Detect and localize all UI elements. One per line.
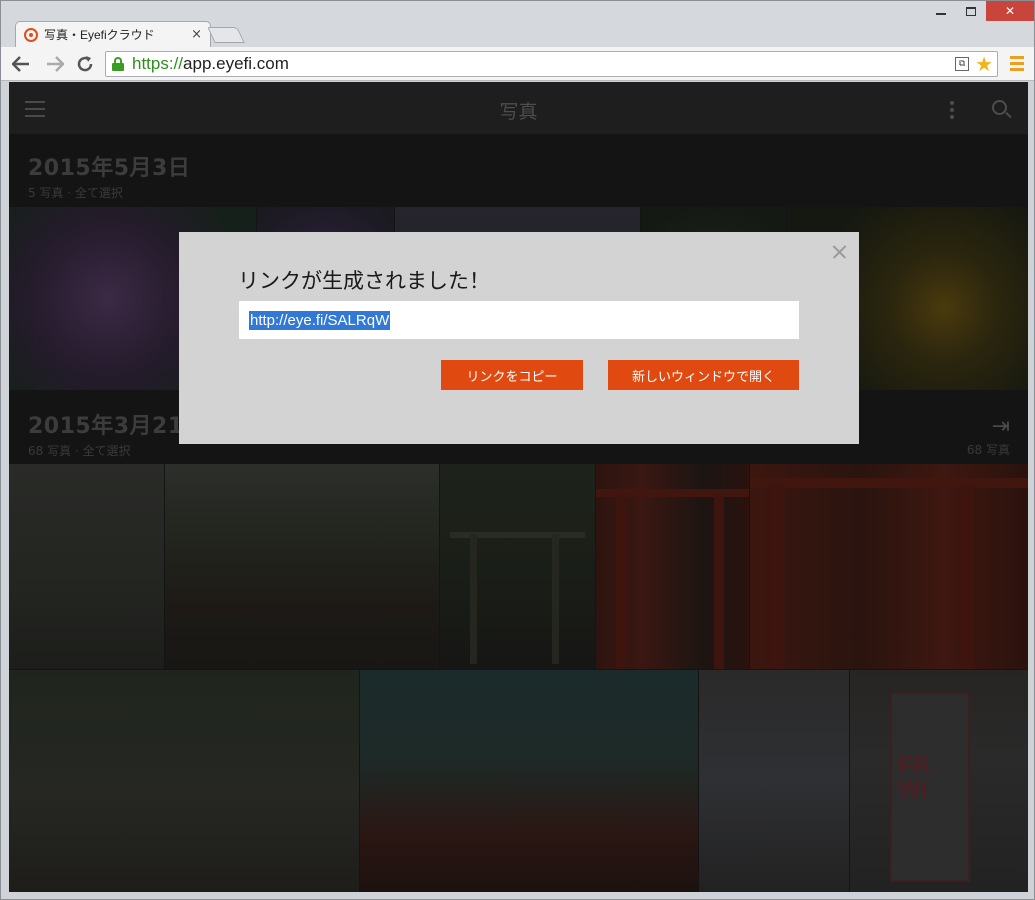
back-button[interactable] [9,52,33,76]
photo-thumbnail[interactable]: FR Wi [850,670,1028,892]
section-date: 2015年5月3日 [28,156,191,181]
photo-thumbnail[interactable] [360,670,698,892]
section-subtitle[interactable]: 5 写真 · 全て選択 [28,184,190,201]
maximize-icon [966,6,976,16]
url-host: app.eyefi.com [183,54,289,73]
section-photo-count: 68 写真 [966,443,1010,457]
browser-tab[interactable]: 写真・Eyefiクラウド × [15,21,211,47]
url-scheme: https:// [132,54,184,73]
address-bar[interactable]: https://app.eyefi.com ⧉ ★ [105,51,998,77]
wifi-sign-graphic: FR Wi [890,692,970,882]
tab-title: 写真・Eyefiクラウド [44,28,155,42]
photo-thumbnail[interactable] [596,464,749,669]
close-icon[interactable] [831,244,847,260]
copy-link-button[interactable]: リンクをコピー [441,360,583,390]
share-link-text[interactable]: http://eye.fi/SALRqW [249,310,391,330]
forward-button[interactable] [43,52,67,76]
photo-thumbnail[interactable] [9,670,359,892]
photo-thumbnail[interactable] [750,464,1028,669]
omnibox-actions: ⧉ ★ [955,54,993,74]
dialog-title: リンクが生成されました！ [238,269,490,293]
more-options-icon[interactable] [950,101,954,119]
new-tab-button[interactable] [207,27,245,43]
share-link-dialog: リンクが生成されました！ http://eye.fi/SALRqW リンクをコピ… [179,232,859,444]
browser-window: 写真・Eyefiクラウド × ✕ https://app.eyefi.com ⧉… [0,0,1035,900]
photo-thumbnail[interactable] [9,464,164,669]
section-subtitle[interactable]: 68 写真 · 全て選択 [28,442,206,459]
window-close-button[interactable]: ✕ [986,1,1034,21]
title-bar: 写真・Eyefiクラウド × ✕ [1,1,1034,47]
open-new-window-button[interactable]: 新しいウィンドウで開く [608,360,799,390]
arrow-left-icon [12,56,29,72]
minimize-icon [936,13,946,15]
bookmark-star-icon[interactable]: ★ [975,54,993,74]
section-header-may: 2015年5月3日 5 写真 · 全て選択 [28,150,190,201]
share-link-field[interactable]: http://eye.fi/SALRqW [239,301,799,339]
page-title: 写真 [499,101,538,123]
maximize-button[interactable] [956,1,986,21]
photo-thumbnail[interactable] [165,464,439,669]
section-actions: ⇥ 68 写真 [967,414,1010,458]
browser-toolbar: https://app.eyefi.com ⧉ ★ [1,47,1034,81]
arrow-right-icon [47,56,64,72]
eyefi-favicon-icon [24,27,38,42]
arrow-to-end-icon[interactable]: ⇥ [967,414,1010,439]
reload-button[interactable] [73,52,97,76]
minimize-button[interactable] [926,1,956,21]
app-header: 写真 [9,82,1028,134]
chrome-menu-icon[interactable] [1010,56,1024,71]
lock-icon [112,57,124,71]
photo-thumbnail[interactable] [699,670,849,892]
page-content: 写真 2015年5月3日 5 写真 · 全て選択 2015年3月21日 68 写… [9,82,1028,892]
photo-thumbnail[interactable] [440,464,595,669]
tab-close-icon[interactable]: × [191,27,202,42]
reload-icon [77,56,93,72]
translate-icon[interactable]: ⧉ [955,57,970,71]
search-icon[interactable] [992,100,1012,120]
window-controls: ✕ [926,1,1034,23]
url-text: https://app.eyefi.com [132,54,289,74]
